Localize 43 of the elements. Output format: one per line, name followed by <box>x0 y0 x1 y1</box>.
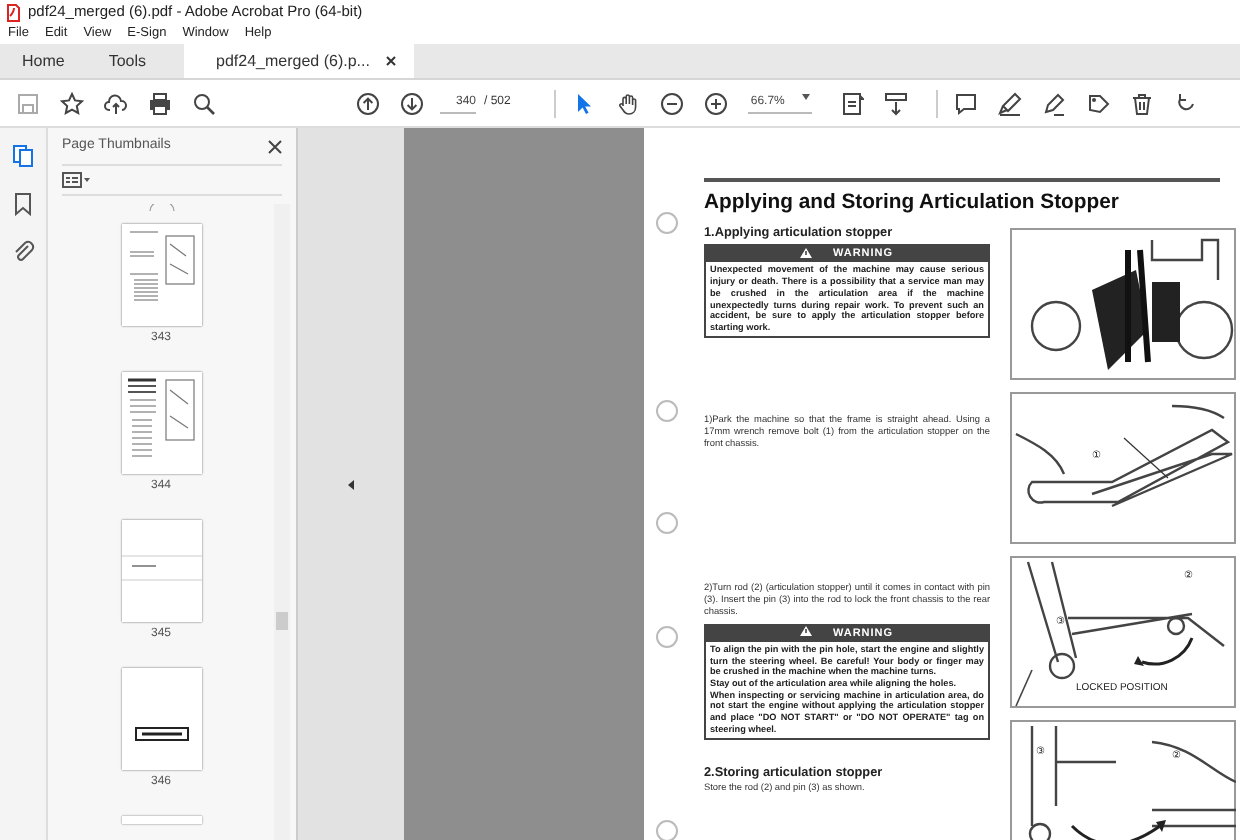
tab[interactable]: Tools <box>86 44 169 78</box>
search-icon[interactable] <box>192 91 216 115</box>
caret-icon <box>802 93 811 99</box>
collapse-arrow-icon[interactable] <box>348 479 354 489</box>
comment-icon[interactable] <box>954 91 979 115</box>
bookmark-icon[interactable] <box>11 192 35 216</box>
pages-icon[interactable] <box>11 144 35 168</box>
scrollbar[interactable] <box>274 203 290 840</box>
print-icon[interactable] <box>148 91 172 115</box>
highlight-pen-icon[interactable] <box>998 91 1023 115</box>
zoom-in-icon[interactable] <box>704 91 729 115</box>
close-icon[interactable] <box>268 139 282 154</box>
page-thumbnail[interactable] <box>121 667 201 769</box>
trash-icon[interactable] <box>1130 91 1155 115</box>
sign-pen-icon[interactable] <box>1042 91 1067 115</box>
options-icon[interactable] <box>62 171 90 187</box>
star-icon[interactable] <box>60 91 84 115</box>
collapse-handle[interactable] <box>296 128 404 840</box>
page-down-icon[interactable] <box>400 91 424 115</box>
page-thumbnail[interactable] <box>121 371 201 473</box>
punch-hole <box>656 512 678 534</box>
tab[interactable]: pdf24_merged (6).p... <box>184 44 414 78</box>
zoom-out-icon[interactable] <box>660 91 685 115</box>
paperclip-icon[interactable] <box>11 240 35 264</box>
page-thumbnail[interactable] <box>121 519 201 621</box>
rotate-icon[interactable] <box>1174 91 1199 115</box>
pdf-file-icon <box>6 3 20 21</box>
punch-hole <box>656 212 678 234</box>
page-up-icon[interactable] <box>356 91 380 115</box>
page-thumbnail[interactable] <box>121 223 201 325</box>
page-thumbnail[interactable] <box>121 815 201 823</box>
scroll-mode-icon[interactable] <box>884 91 909 115</box>
punch-hole <box>656 820 678 840</box>
hand-icon[interactable] <box>616 91 641 115</box>
stamp-icon[interactable] <box>1086 91 1111 115</box>
page-heading: Applying and Storing Articulation Stopper <box>704 190 1119 218</box>
punch-hole <box>656 400 678 422</box>
punch-hole <box>656 626 678 648</box>
fit-page-icon[interactable] <box>840 91 865 115</box>
scroll-thumb[interactable] <box>276 611 288 629</box>
tab[interactable]: Home <box>0 44 87 78</box>
close-icon[interactable] <box>385 56 396 66</box>
cloud-upload-icon[interactable] <box>104 91 128 115</box>
